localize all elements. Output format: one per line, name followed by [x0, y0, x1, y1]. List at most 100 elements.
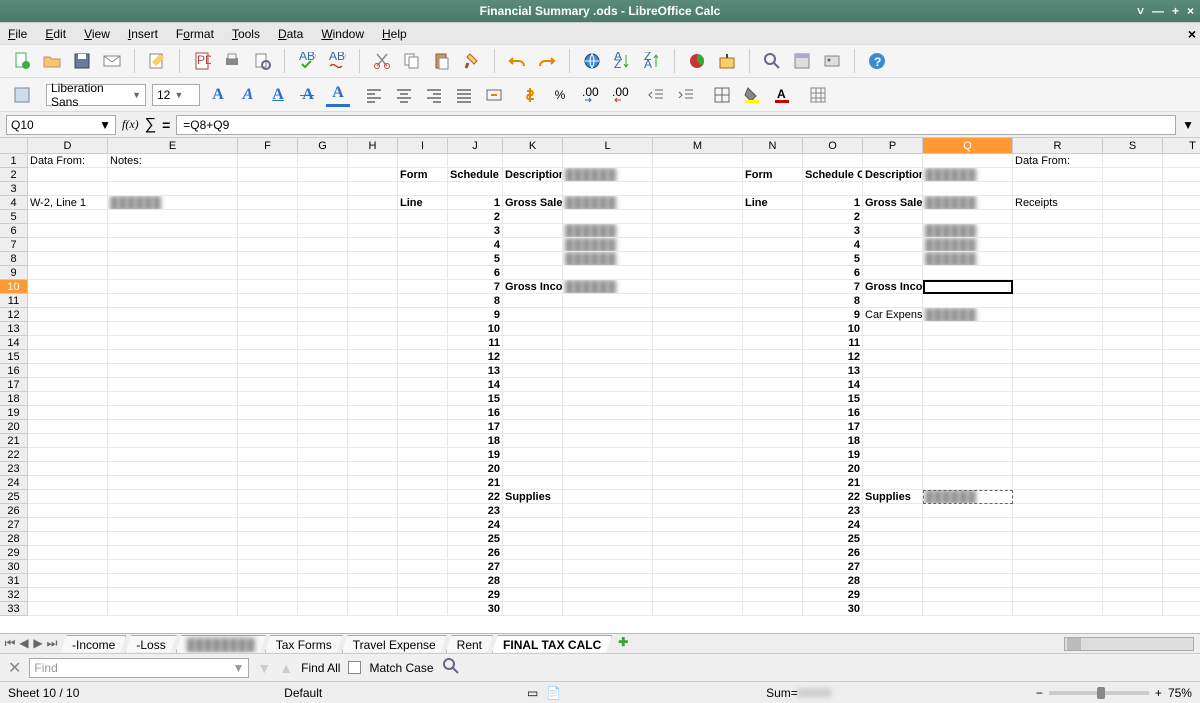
cell[interactable]	[923, 588, 1013, 602]
tab-nav-next-icon[interactable]: ▶	[32, 636, 44, 651]
cell[interactable]	[398, 560, 448, 574]
increase-indent-button[interactable]	[674, 83, 698, 107]
cell[interactable]	[653, 308, 743, 322]
cell[interactable]	[28, 406, 108, 420]
cell[interactable]	[653, 182, 743, 196]
column-header[interactable]: R	[1013, 138, 1103, 154]
cell[interactable]	[503, 532, 563, 546]
cell[interactable]	[743, 406, 803, 420]
cell[interactable]	[653, 364, 743, 378]
cell[interactable]	[1103, 504, 1163, 518]
cell[interactable]	[743, 546, 803, 560]
tab-nav-first-icon[interactable]: ⏮	[4, 636, 16, 651]
cell[interactable]	[743, 588, 803, 602]
cell[interactable]	[923, 560, 1013, 574]
cell[interactable]	[923, 546, 1013, 560]
cell[interactable]	[398, 252, 448, 266]
cell[interactable]: Description	[863, 168, 923, 182]
cell[interactable]	[863, 546, 923, 560]
cell[interactable]	[298, 210, 348, 224]
cell[interactable]	[863, 574, 923, 588]
cell[interactable]	[563, 588, 653, 602]
cell[interactable]	[238, 518, 298, 532]
match-case-checkbox[interactable]	[348, 661, 361, 674]
cell[interactable]	[503, 504, 563, 518]
cell[interactable]	[108, 560, 238, 574]
cell[interactable]	[28, 364, 108, 378]
cell[interactable]: Schedule C	[803, 168, 863, 182]
column-header[interactable]: I	[398, 138, 448, 154]
cell[interactable]	[1013, 182, 1103, 196]
cell[interactable]	[1163, 182, 1200, 196]
cell[interactable]	[1013, 434, 1103, 448]
cell[interactable]	[398, 518, 448, 532]
cell[interactable]	[298, 350, 348, 364]
cell[interactable]	[238, 406, 298, 420]
cell[interactable]	[1013, 476, 1103, 490]
cell[interactable]	[1163, 602, 1200, 616]
cell[interactable]	[348, 196, 398, 210]
cell[interactable]	[653, 252, 743, 266]
window-maximize-icon[interactable]: +	[1172, 4, 1179, 18]
cell[interactable]	[28, 588, 108, 602]
cell[interactable]	[863, 560, 923, 574]
sheet-tab[interactable]: Rent	[446, 635, 493, 653]
cell[interactable]	[803, 154, 863, 168]
cell[interactable]	[1013, 392, 1103, 406]
cell[interactable]	[653, 210, 743, 224]
cell[interactable]	[28, 462, 108, 476]
cell[interactable]: ██████	[923, 238, 1013, 252]
cell[interactable]	[298, 588, 348, 602]
row-header[interactable]: 12	[0, 308, 28, 322]
cell[interactable]	[108, 378, 238, 392]
menu-view[interactable]: View	[80, 27, 114, 41]
cell[interactable]	[743, 504, 803, 518]
cell[interactable]	[1013, 490, 1103, 504]
cell[interactable]	[298, 266, 348, 280]
cell[interactable]	[108, 504, 238, 518]
cell[interactable]	[743, 462, 803, 476]
cell[interactable]	[398, 238, 448, 252]
cell[interactable]	[348, 238, 398, 252]
cell[interactable]: Gross Income	[503, 280, 563, 294]
cell[interactable]	[298, 490, 348, 504]
cell[interactable]: ██████	[563, 280, 653, 294]
cell[interactable]: 29	[448, 588, 503, 602]
cell[interactable]	[743, 210, 803, 224]
cell[interactable]	[298, 476, 348, 490]
italic-button[interactable]: A	[236, 83, 260, 107]
cell[interactable]	[298, 532, 348, 546]
cell[interactable]	[563, 490, 653, 504]
cell[interactable]	[1013, 448, 1103, 462]
cell[interactable]	[1163, 350, 1200, 364]
cell[interactable]	[348, 406, 398, 420]
cell[interactable]: ██████	[563, 196, 653, 210]
cell[interactable]	[1013, 588, 1103, 602]
email-button[interactable]	[100, 49, 124, 73]
cell[interactable]: Form	[743, 168, 803, 182]
cell[interactable]	[743, 602, 803, 616]
decrease-indent-button[interactable]	[644, 83, 668, 107]
cell[interactable]	[1013, 224, 1103, 238]
cell[interactable]	[1013, 574, 1103, 588]
cell[interactable]	[108, 490, 238, 504]
cell[interactable]	[28, 168, 108, 182]
column-header[interactable]: L	[563, 138, 653, 154]
cell[interactable]	[298, 546, 348, 560]
cell[interactable]	[563, 518, 653, 532]
cell[interactable]	[653, 168, 743, 182]
cell[interactable]	[563, 546, 653, 560]
cell[interactable]	[563, 154, 653, 168]
cell[interactable]	[238, 350, 298, 364]
cell[interactable]	[348, 294, 398, 308]
cell[interactable]	[503, 588, 563, 602]
cell[interactable]: 27	[803, 560, 863, 574]
cell[interactable]	[108, 266, 238, 280]
cell[interactable]	[863, 364, 923, 378]
cell[interactable]	[348, 154, 398, 168]
cell[interactable]	[238, 266, 298, 280]
cell[interactable]	[743, 532, 803, 546]
row-header[interactable]: 7	[0, 238, 28, 252]
cell[interactable]	[298, 280, 348, 294]
cell[interactable]	[298, 364, 348, 378]
